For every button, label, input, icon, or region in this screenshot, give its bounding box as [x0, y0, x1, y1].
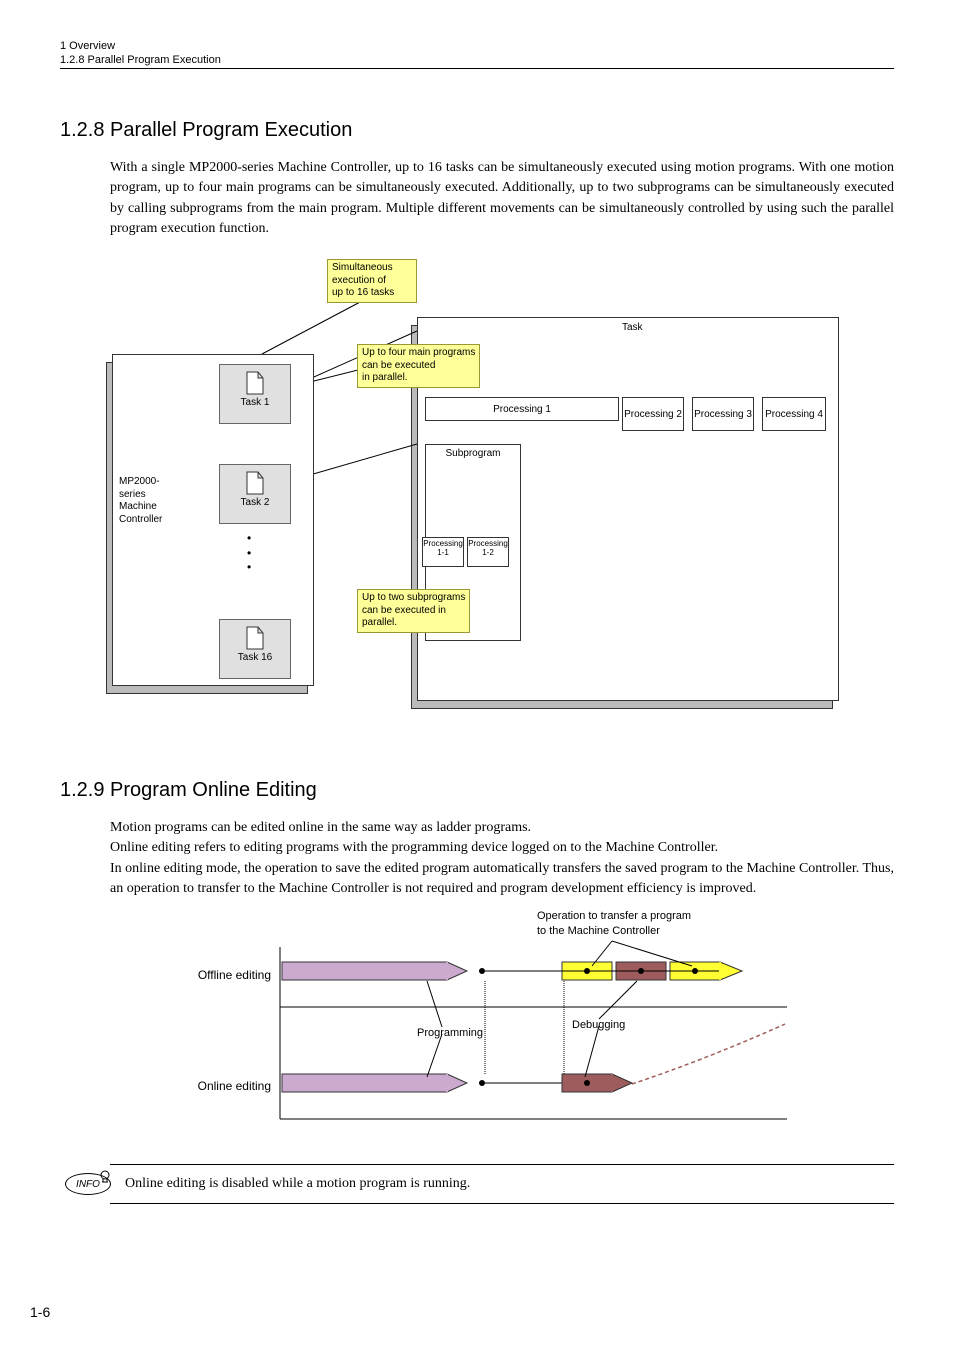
task-label: Task	[622, 322, 643, 333]
d2-programming-label: Programming	[417, 1027, 483, 1039]
info-badge-text: INFO	[76, 1179, 100, 1190]
processing1-label: Processing 1	[493, 404, 551, 415]
diagram1-note-16tasks: Simultaneous execution of up to 16 tasks	[327, 259, 417, 303]
diagram1-note-4main: Up to four main programs can be executed…	[357, 344, 480, 388]
processing3-box: Processing 3	[692, 397, 754, 431]
info-row: INFO Online editing is disabled while a …	[65, 1173, 894, 1195]
processing12-box: Processing 1-2	[467, 537, 509, 567]
task16-box: Task 16	[219, 619, 291, 679]
info-text: Online editing is disabled while a motio…	[125, 1176, 470, 1192]
d2-offline-label: Offline editing	[181, 968, 271, 982]
page-header: 1 Overview 1.2.8 Parallel Program Execut…	[60, 40, 894, 69]
section-128-body: With a single MP2000-series Machine Cont…	[110, 158, 894, 239]
online-editing-diagram: Operation to transfer a program to the M…	[167, 909, 787, 1134]
processing11-box: Processing 1-1	[422, 537, 464, 567]
processing4-label: Processing 4	[765, 409, 823, 420]
d2-online-label: Online editing	[181, 1079, 271, 1093]
processing3-label: Processing 3	[694, 409, 752, 420]
processing2-box: Processing 2	[622, 397, 684, 431]
parallel-execution-diagram: Simultaneous execution of up to 16 tasks…	[107, 259, 847, 729]
info-divider-bottom	[110, 1203, 894, 1204]
controller-label: MP2000- series Machine Controller	[119, 476, 162, 526]
lightbulb-icon	[98, 1170, 112, 1184]
header-chapter: 1 Overview	[60, 40, 894, 52]
document-icon	[245, 626, 265, 650]
task2-box: Task 2	[219, 464, 291, 524]
task-dots: •••	[247, 531, 251, 574]
task16-label: Task 16	[238, 652, 272, 663]
processing1-box: Processing 1	[425, 397, 619, 421]
document-icon	[245, 371, 265, 395]
processing2-label: Processing 2	[624, 409, 682, 420]
section-129-title: 1.2.9 Program Online Editing	[60, 779, 894, 802]
section-129-body: Motion programs can be edited online in …	[110, 818, 894, 899]
diagram1-note-2sub: Up to two subprograms can be executed in…	[357, 589, 470, 633]
header-section: 1.2.8 Parallel Program Execution	[60, 54, 894, 69]
info-badge: INFO	[65, 1173, 111, 1195]
info-divider-top	[110, 1164, 894, 1165]
subprogram-label: Subprogram	[445, 448, 500, 459]
d2-transfer-label: Operation to transfer a program to the M…	[537, 909, 691, 938]
page-number: 1-6	[30, 1304, 50, 1320]
task1-box: Task 1	[219, 364, 291, 424]
diagram2-svg	[167, 909, 787, 1134]
task1-label: Task 1	[241, 397, 270, 408]
document-icon	[245, 471, 265, 495]
section-128-title: 1.2.8 Parallel Program Execution	[60, 119, 894, 142]
processing4-box: Processing 4	[762, 397, 826, 431]
d2-debugging-label: Debugging	[572, 1019, 625, 1031]
task2-label: Task 2	[241, 497, 270, 508]
